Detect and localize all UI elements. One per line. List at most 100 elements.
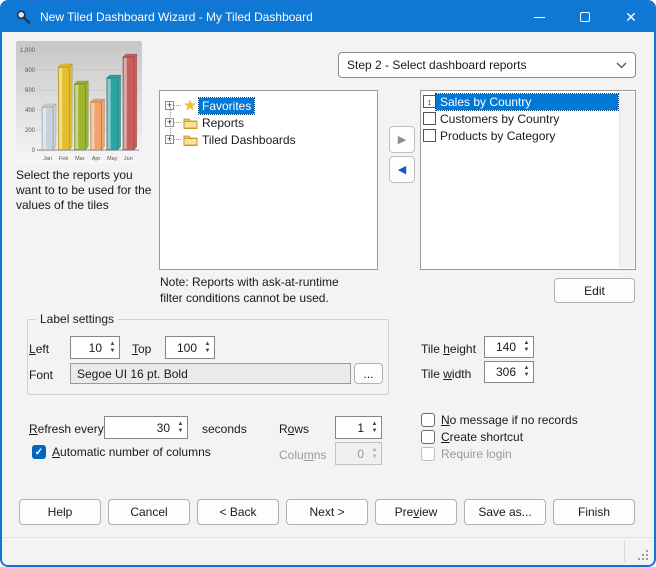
reorder-handle-icon[interactable]: ↕ (423, 95, 436, 108)
edit-button[interactable]: Edit (554, 278, 635, 303)
top-spinner[interactable]: 100 ▲▼ (165, 336, 215, 359)
tree-item-label[interactable]: Favorites (199, 98, 254, 114)
spin-up-icon[interactable]: ▲ (110, 341, 116, 348)
create-shortcut-option[interactable]: Create shortcut (421, 430, 523, 444)
remove-report-button[interactable]: ◀ (389, 156, 415, 183)
report-label: Customers by Country (436, 111, 618, 127)
svg-text:Jun: Jun (124, 156, 133, 162)
font-field: Segoe UI 16 pt. Bold (70, 363, 351, 384)
next-button[interactable]: Next > (286, 499, 368, 525)
spin-up-icon[interactable]: ▲ (524, 365, 530, 372)
finish-button[interactable]: Finish (553, 499, 635, 525)
svg-text:Apr: Apr (92, 156, 101, 162)
svg-text:600: 600 (25, 88, 36, 94)
minimize-button[interactable] (516, 2, 562, 32)
tile-height-spinner[interactable]: 140 ▲▼ (484, 336, 534, 358)
footer-button-bar: Help Cancel < Back Next > Preview Save a… (19, 499, 635, 525)
svg-text:400: 400 (25, 108, 36, 114)
intro-text: Select the reports you want to to be use… (16, 168, 158, 213)
save-as-button[interactable]: Save as... (464, 499, 546, 525)
spin-down-icon[interactable]: ▼ (178, 428, 184, 435)
note-line-1: Note: Reports with ask-at-runtime (160, 274, 339, 290)
no-message-option[interactable]: No message if no records (421, 413, 578, 427)
svg-text:Mar: Mar (75, 156, 85, 162)
spin-up-icon[interactable]: ▲ (524, 340, 530, 347)
help-button[interactable]: Help (19, 499, 101, 525)
refresh-value[interactable]: 30 (105, 417, 174, 438)
auto-columns-option[interactable]: Automatic number of columns (32, 445, 211, 459)
seconds-label: seconds (202, 422, 247, 436)
spin-up-icon[interactable]: ▲ (372, 421, 378, 428)
checkbox-icon (421, 447, 435, 461)
resize-grip-icon[interactable] (638, 550, 649, 561)
report-row-products[interactable]: Products by Category (421, 127, 618, 144)
maximize-icon (580, 12, 590, 22)
preview-button[interactable]: Preview (375, 499, 457, 525)
maximize-button[interactable] (562, 2, 608, 32)
tile-width-value[interactable]: 306 (485, 362, 520, 382)
tree-item-favorites[interactable]: + ★ Favorites (165, 97, 377, 114)
spin-up-icon[interactable]: ▲ (178, 421, 184, 428)
app-magnifier-icon (14, 8, 32, 26)
left-value[interactable]: 10 (71, 337, 106, 358)
spin-down-icon[interactable]: ▼ (205, 348, 211, 355)
spin-down-icon: ▼ (372, 454, 378, 461)
close-button[interactable]: ✕ (608, 2, 654, 32)
thumbnail-chart: 02004006008001,000JanFebMarAprMayJun (16, 41, 142, 164)
left-spinner[interactable]: 10 ▲▼ (70, 336, 120, 359)
reorder-handle-icon[interactable] (423, 129, 436, 142)
spin-down-icon[interactable]: ▼ (110, 348, 116, 355)
back-button[interactable]: < Back (197, 499, 279, 525)
rows-label: Rows (279, 422, 309, 436)
tile-height-label: Tile height (421, 342, 476, 356)
status-bar-separator (624, 541, 625, 562)
top-value[interactable]: 100 (166, 337, 201, 358)
spin-down-icon[interactable]: ▼ (372, 428, 378, 435)
title-bar: New Tiled Dashboard Wizard - My Tiled Da… (2, 2, 654, 32)
tile-height-value[interactable]: 140 (485, 337, 520, 357)
tree-item-label[interactable]: Reports (199, 115, 247, 131)
note-text: Note: Reports with ask-at-runtime filter… (160, 274, 339, 306)
checkbox-icon[interactable] (32, 445, 46, 459)
list-scrollbar[interactable] (619, 92, 634, 268)
tile-width-spinner[interactable]: 306 ▲▼ (484, 361, 534, 383)
spin-down-icon[interactable]: ▼ (524, 347, 530, 354)
step-selector[interactable]: Step 2 - Select dashboard reports (338, 52, 636, 78)
require-login-option: Require login (421, 447, 512, 461)
svg-text:0: 0 (32, 148, 36, 154)
close-icon: ✕ (625, 10, 637, 24)
report-row-customers[interactable]: Customers by Country (421, 110, 618, 127)
spin-down-icon[interactable]: ▼ (524, 372, 530, 379)
font-browse-button[interactable]: ... (354, 363, 383, 384)
reorder-handle-icon[interactable] (423, 112, 436, 125)
checkbox-icon[interactable] (421, 430, 435, 444)
columns-label: Columns (279, 448, 326, 462)
tree-item-tiled-dashboards[interactable]: + Tiled Dashboards (165, 131, 377, 148)
tree-item-label[interactable]: Tiled Dashboards (199, 132, 299, 148)
minimize-icon (534, 17, 545, 18)
top-label: Top (132, 342, 151, 356)
spin-up-icon[interactable]: ▲ (205, 341, 211, 348)
svg-text:800: 800 (25, 68, 36, 74)
status-bar (2, 537, 654, 565)
cancel-button[interactable]: Cancel (108, 499, 190, 525)
rows-spinner[interactable]: 1 ▲▼ (335, 416, 382, 439)
refresh-label: Refresh every (29, 422, 104, 436)
step-selector-value: Step 2 - Select dashboard reports (347, 58, 526, 72)
columns-value: 0 (336, 443, 368, 464)
columns-spinner: 0 ▲▼ (335, 442, 382, 465)
create-shortcut-label: Create shortcut (441, 430, 523, 444)
tile-width-label: Tile width (421, 367, 471, 381)
tree-item-reports[interactable]: + Reports (165, 114, 377, 131)
report-label: Sales by Country (436, 94, 618, 110)
rows-value[interactable]: 1 (336, 417, 368, 438)
move-right-icon: ▶ (398, 133, 406, 146)
report-label: Products by Category (436, 128, 618, 144)
report-row-sales[interactable]: ↕ Sales by Country (421, 93, 618, 110)
auto-columns-label: Automatic number of columns (52, 445, 211, 459)
refresh-spinner[interactable]: 30 ▲▼ (104, 416, 188, 439)
svg-text:May: May (107, 156, 118, 162)
add-report-button[interactable]: ▶ (389, 126, 415, 153)
svg-text:Feb: Feb (59, 156, 68, 162)
checkbox-icon[interactable] (421, 413, 435, 427)
